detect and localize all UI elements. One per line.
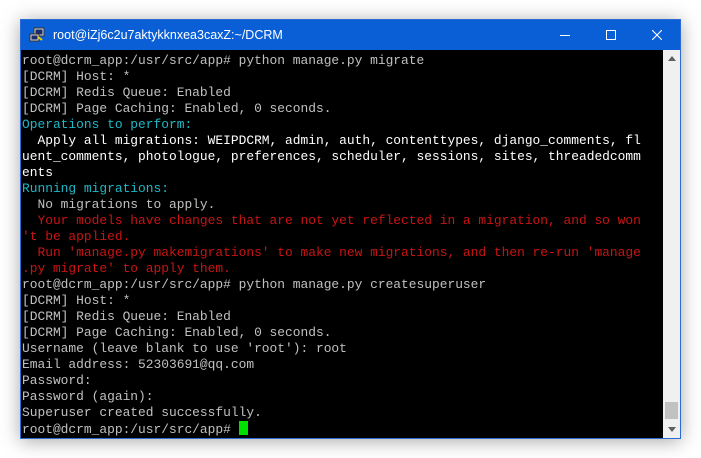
terminal-line: Operations to perform: — [22, 117, 193, 132]
prompt-line: root@dcrm_app:/usr/src/app# — [22, 421, 641, 437]
prompt-text: root@dcrm_app:/usr/src/app# — [22, 422, 239, 437]
title-bar[interactable]: root@iZj6c2u7aktykknxea3caxZ:~/DCRM — [21, 20, 680, 50]
terminal-window: root@iZj6c2u7aktykknxea3caxZ:~/DCRM root… — [20, 19, 681, 439]
terminal-line: [DCRM] Page Caching: Enabled, 0 seconds. — [22, 325, 332, 340]
text-cursor — [238, 421, 248, 435]
terminal-line: Apply all migrations: WEIPDCRM, admin, a… — [22, 133, 641, 148]
terminal-line: Username (leave blank to use 'root'): ro… — [22, 341, 347, 356]
terminal-line: Running migrations: — [22, 181, 169, 196]
terminal-text: root@dcrm_app:/usr/src/app# python manag… — [22, 53, 641, 437]
terminal-line: Password: — [22, 373, 92, 388]
terminal-line: [DCRM] Redis Queue: Enabled — [22, 85, 231, 100]
close-icon — [652, 30, 662, 40]
terminal-line: [DCRM] Page Caching: Enabled, 0 seconds. — [22, 101, 332, 116]
maximize-icon — [606, 30, 616, 40]
terminal-line: [DCRM] Host: * — [22, 69, 131, 84]
terminal-output[interactable]: root@dcrm_app:/usr/src/app# python manag… — [21, 50, 663, 438]
close-button[interactable] — [634, 20, 680, 50]
terminal-line: 't be applied. — [22, 229, 131, 244]
scrollbar-thumb[interactable] — [665, 402, 678, 419]
scroll-up-button[interactable] — [663, 50, 680, 67]
window-title: root@iZj6c2u7aktykknxea3caxZ:~/DCRM — [53, 28, 283, 42]
terminal-line: [DCRM] Host: * — [22, 293, 131, 308]
terminal-line: uent_comments, photologue, preferences, … — [22, 149, 641, 164]
terminal-line: root@dcrm_app:/usr/src/app# python manag… — [22, 277, 487, 292]
maximize-button[interactable] — [588, 20, 634, 50]
putty-icon[interactable] — [29, 27, 45, 43]
terminal-line: Run 'manage.py makemigrations' to make n… — [22, 245, 641, 260]
terminal-line: root@dcrm_app:/usr/src/app# python manag… — [22, 53, 425, 68]
vertical-scrollbar[interactable] — [663, 50, 680, 438]
terminal-line: Email address: 52303691@qq.com — [22, 357, 255, 372]
scroll-down-button[interactable] — [663, 421, 680, 438]
minimize-icon — [560, 35, 570, 36]
terminal-line: No migrations to apply. — [22, 197, 216, 212]
scroll-up-arrow-icon — [667, 56, 676, 61]
terminal-line: Superuser created successfully. — [22, 405, 262, 420]
terminal-line: Password (again): — [22, 389, 154, 404]
minimize-button[interactable] — [542, 20, 588, 50]
scroll-down-arrow-icon — [667, 427, 676, 432]
terminal-line: ents — [22, 165, 53, 180]
terminal-line: [DCRM] Redis Queue: Enabled — [22, 309, 231, 324]
terminal-line: .py migrate' to apply them. — [22, 261, 231, 276]
terminal-line: Your models have changes that are not ye… — [22, 213, 641, 228]
